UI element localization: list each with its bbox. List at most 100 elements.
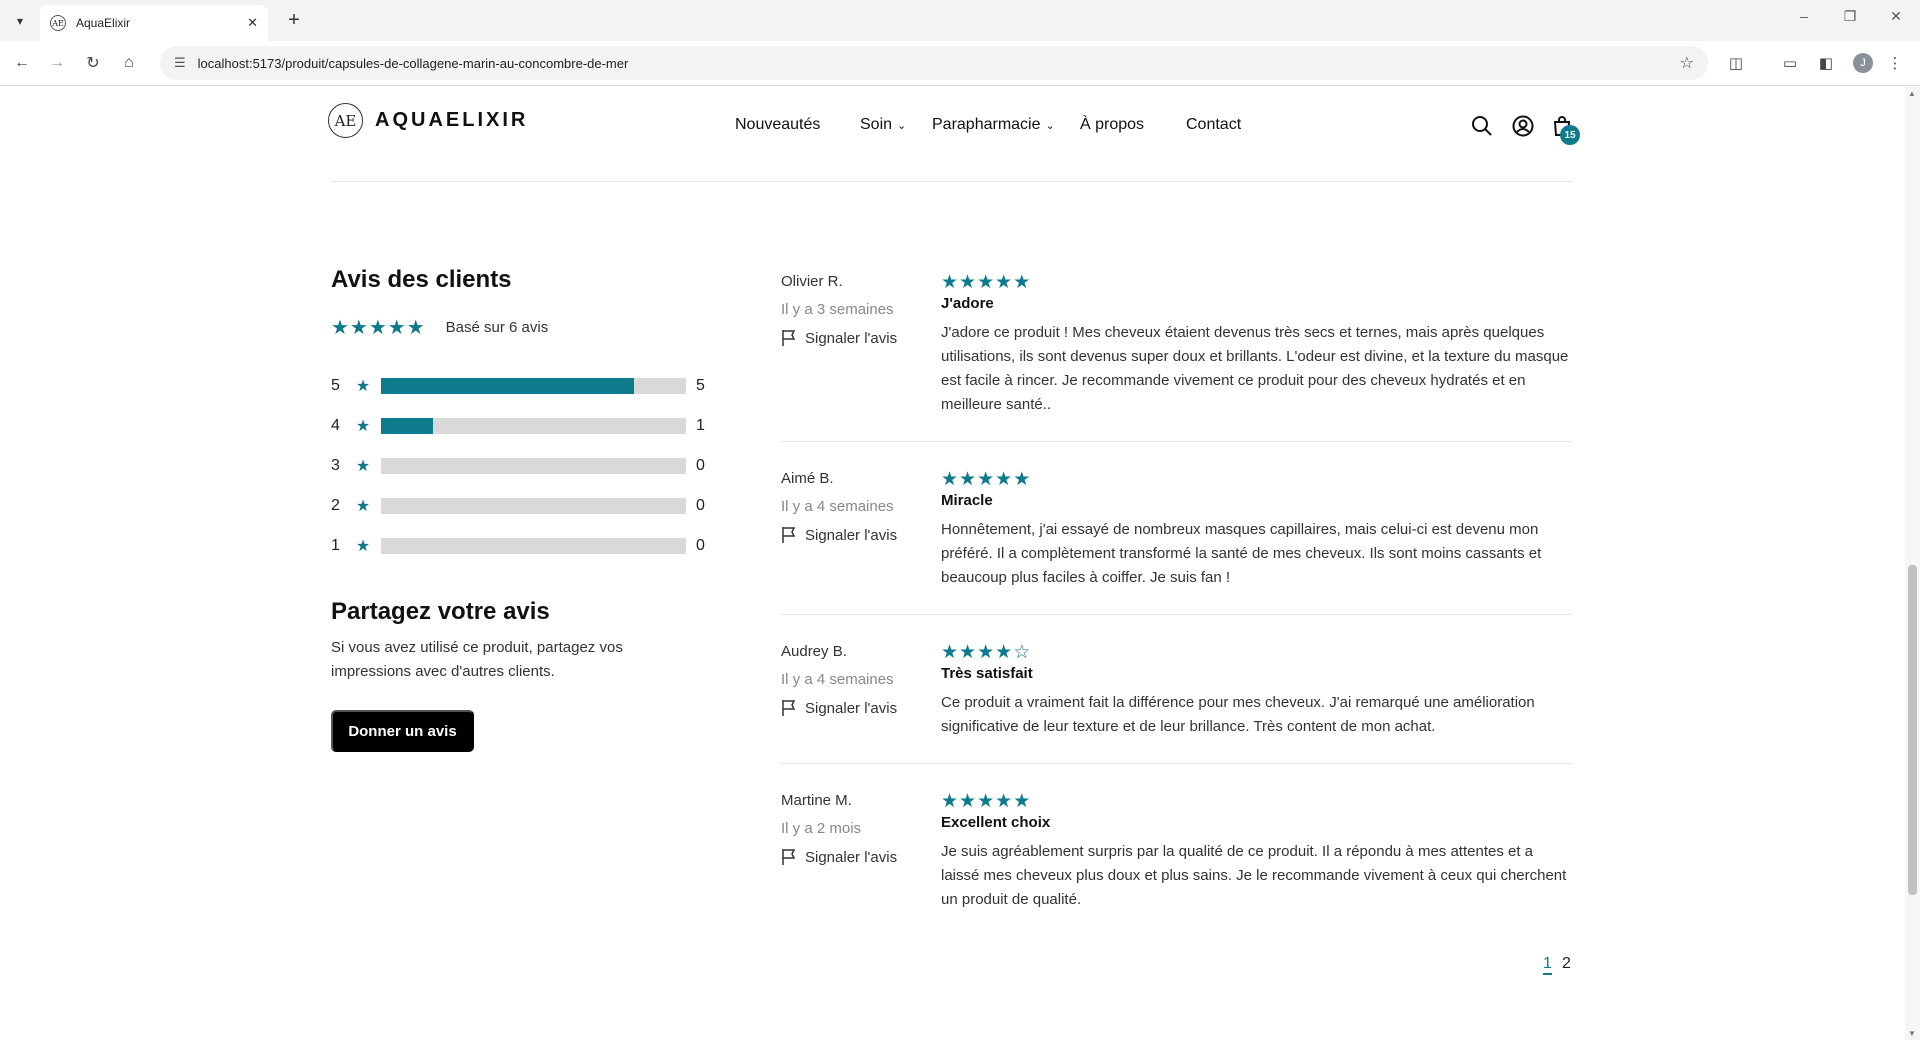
rating-bar-fill	[381, 378, 635, 394]
star-empty-icon: ☆	[1013, 642, 1032, 663]
logo-mark-icon: AE	[328, 103, 363, 138]
tab-close-icon[interactable]: ✕	[247, 15, 258, 31]
tab-title: AquaElixir	[76, 16, 131, 30]
nav-soin[interactable]: Soin ⌄	[860, 116, 906, 134]
rating-distribution-row-3: 3 ★ 0	[331, 456, 705, 476]
report-review-label: Signaler l'avis	[805, 526, 898, 544]
profile-avatar[interactable]: J	[1853, 53, 1873, 73]
cart-count-badge: 15	[1560, 125, 1580, 145]
new-tab-icon[interactable]: +	[282, 8, 306, 32]
rating-level: 2	[331, 497, 340, 514]
chevron-down-icon: ⌄	[897, 120, 907, 132]
search-icon[interactable]	[1469, 113, 1495, 139]
star-filled-icon: ★	[959, 469, 978, 490]
rating-summary: ★★★★★ Basé sur 6 avis	[331, 315, 548, 340]
nav-soin-label: Soin	[860, 116, 893, 133]
nav-apropos[interactable]: À propos	[1080, 116, 1144, 134]
report-review-link[interactable]: Signaler l'avis	[781, 848, 897, 866]
star-filled-icon: ★	[1013, 272, 1032, 293]
extensions-icon[interactable]: ◫	[1724, 51, 1748, 75]
review-stars: ★★★★★	[941, 468, 1031, 491]
review-body: J'adore ce produit ! Mes cheveux étaient…	[941, 324, 1569, 413]
review-body: Ce produit a vraiment fait la différence…	[941, 694, 1535, 735]
star-filled-icon: ★	[941, 791, 960, 812]
star-filled-icon: ★	[941, 469, 960, 490]
restore-icon[interactable]: ❐	[1838, 8, 1862, 25]
home-icon[interactable]: ⌂	[117, 51, 141, 75]
bookmark-star-icon[interactable]: ☆	[1680, 53, 1694, 73]
flag-icon	[782, 849, 796, 865]
back-icon[interactable]: ←	[10, 51, 34, 75]
side-panel-icon[interactable]: ◧	[1814, 51, 1838, 75]
flag-icon	[782, 700, 796, 716]
report-review-link[interactable]: Signaler l'avis	[781, 329, 897, 347]
rating-level: 4	[331, 417, 340, 434]
nav-contact[interactable]: Contact	[1186, 116, 1241, 134]
minimize-icon[interactable]: –	[1792, 8, 1816, 24]
review-author: Aimé B.	[781, 470, 834, 487]
site-logo[interactable]: AE AQUAELIXIR	[328, 103, 528, 138]
review-date: Il y a 4 semaines	[781, 671, 894, 688]
scroll-down-icon[interactable]: ▼	[1908, 1029, 1916, 1038]
write-review-button[interactable]: Donner un avis	[331, 710, 474, 752]
browser-tab-bar: ▾ AE AquaElixir ✕ + – ❐ ✕	[0, 0, 1920, 41]
flag-icon	[782, 527, 796, 543]
rating-distribution-row-2: 2 ★ 0	[331, 496, 705, 516]
review-stars: ★★★★★	[941, 790, 1031, 813]
rating-bar	[381, 458, 686, 474]
star-filled-icon: ★	[977, 272, 996, 293]
rating-level: 3	[331, 457, 340, 474]
pagination-page-2[interactable]: 2	[1562, 955, 1571, 973]
star-filled-icon: ★	[995, 469, 1014, 490]
nav-nouveautes[interactable]: Nouveautés	[735, 116, 820, 134]
page-scrollbar[interactable]: ▲ ▼	[1905, 87, 1920, 1040]
browser-tab[interactable]: AE AquaElixir ✕	[40, 5, 268, 41]
star-filled-icon: ★	[959, 642, 978, 663]
star-filled-icon: ★	[1013, 469, 1032, 490]
review-author: Martine M.	[781, 792, 852, 809]
star-icon: ★	[355, 458, 371, 475]
flag-icon	[782, 330, 796, 346]
rating-bar	[381, 378, 686, 394]
rating-bar-fill	[381, 418, 433, 434]
browser-menu-icon[interactable]: ⋮	[1883, 51, 1907, 75]
star-filled-icon: ★	[977, 791, 996, 812]
rating-count: 0	[696, 497, 705, 514]
cast-icon[interactable]: ▭	[1778, 51, 1802, 75]
url-text[interactable]: localhost:5173/produit/capsules-de-colla…	[198, 56, 1680, 71]
review-title: Excellent choix	[941, 814, 1051, 831]
review-divider	[781, 614, 1572, 615]
star-filled-icon: ★	[977, 642, 996, 663]
review-date: Il y a 4 semaines	[781, 498, 894, 515]
star-filled-icon: ★	[995, 791, 1014, 812]
star-filled-icon: ★	[941, 642, 960, 663]
rating-count: 0	[696, 537, 705, 554]
browser-toolbar: ← → ↻ ⌂ ☰ localhost:5173/produit/capsule…	[0, 41, 1920, 86]
review-title: Miracle	[941, 492, 993, 509]
review-date: Il y a 3 semaines	[781, 301, 894, 318]
pagination-page-1[interactable]: 1	[1543, 955, 1552, 975]
average-rating-stars: ★★★★★	[331, 317, 426, 339]
account-icon[interactable]	[1510, 113, 1536, 139]
star-filled-icon: ★	[977, 469, 996, 490]
reload-icon[interactable]: ↻	[81, 51, 105, 75]
scrollbar-thumb[interactable]	[1908, 565, 1917, 895]
logo-text: AQUAELIXIR	[375, 109, 529, 131]
forward-icon[interactable]: →	[45, 51, 69, 75]
star-icon: ★	[355, 538, 371, 555]
address-bar[interactable]: ☰ localhost:5173/produit/capsules-de-col…	[160, 46, 1708, 80]
report-review-link[interactable]: Signaler l'avis	[781, 699, 897, 717]
report-review-link[interactable]: Signaler l'avis	[781, 526, 897, 544]
review-stars: ★★★★☆	[941, 641, 1031, 664]
review-body: Je suis agréablement surpris par la qual…	[941, 843, 1567, 908]
site-info-icon[interactable]: ☰	[174, 55, 186, 71]
star-filled-icon: ★	[1013, 791, 1032, 812]
nav-parapharmacie[interactable]: Parapharmacie ⌄	[932, 116, 1055, 134]
share-review-title: Partagez votre avis	[331, 598, 550, 625]
window-close-icon[interactable]: ✕	[1884, 8, 1908, 25]
scroll-up-icon[interactable]: ▲	[1908, 89, 1916, 98]
tab-list-chevron-icon[interactable]: ▾	[8, 9, 32, 33]
rating-distribution-row-5: 5 ★ 5	[331, 376, 705, 396]
chevron-down-icon: ⌄	[1045, 120, 1055, 132]
rating-level: 5	[331, 377, 340, 394]
